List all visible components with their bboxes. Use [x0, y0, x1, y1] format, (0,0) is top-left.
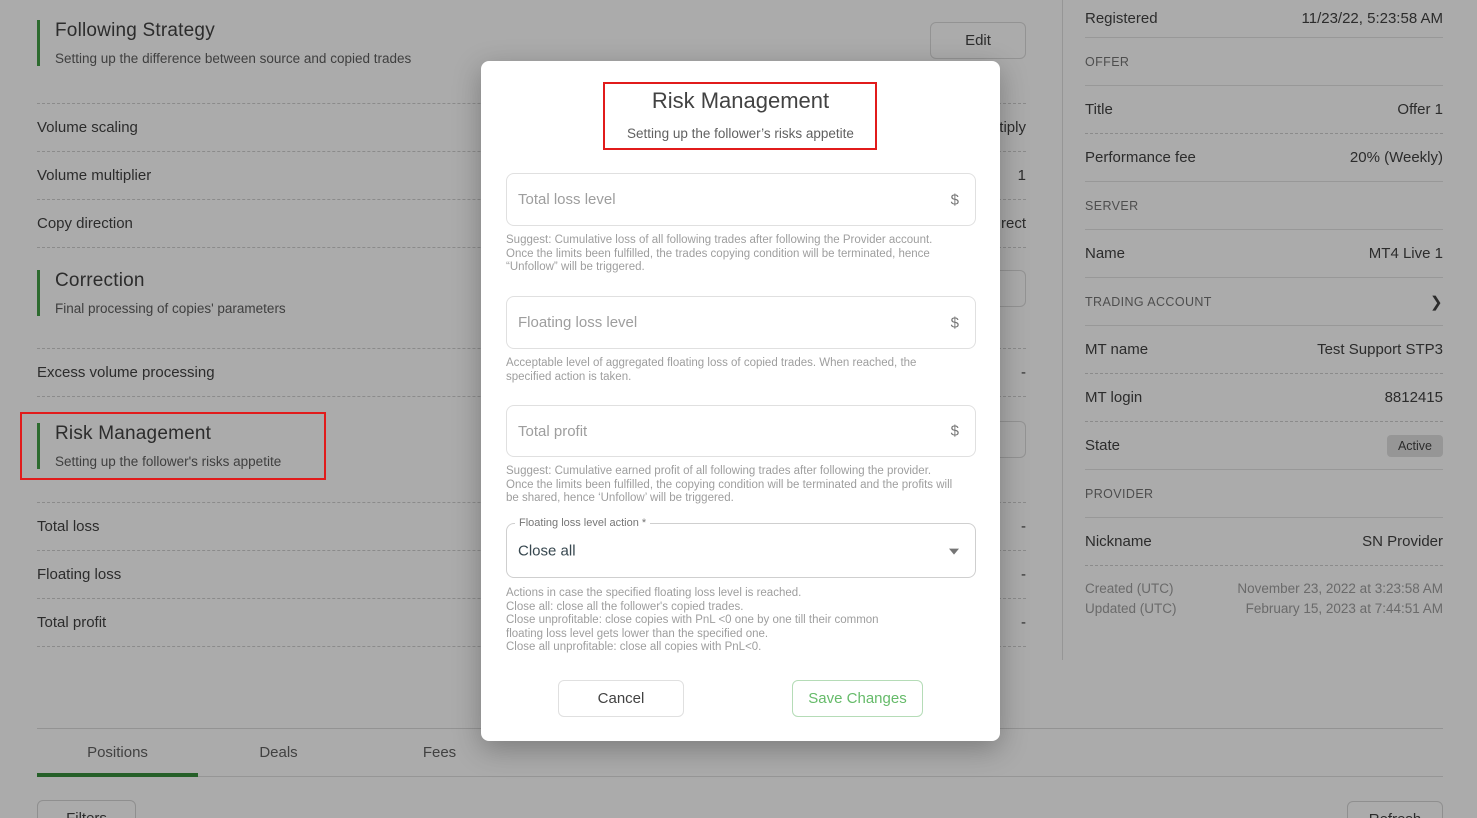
- modal-title: Risk Management: [506, 88, 975, 114]
- floating-loss-level-inputbox: $: [506, 296, 976, 349]
- select-label: Floating loss level action *: [515, 517, 650, 529]
- copy-trading-settings-page: Following Strategy Setting up the differ…: [0, 0, 1477, 818]
- help-line: Actions in case the specified floating l…: [506, 587, 976, 601]
- field-total-loss-level: $ Suggest: Cumulative loss of all follow…: [506, 173, 976, 275]
- field-floating-loss-level-action: Floating loss level action * Close all A…: [506, 523, 976, 655]
- modal-actions: Cancel Save Changes: [506, 680, 976, 717]
- total-profit-help: Suggest: Cumulative earned profit of all…: [506, 465, 958, 506]
- modal-subtitle: Setting up the follower’s risks appetite: [506, 126, 975, 141]
- total-profit-input[interactable]: [507, 406, 975, 456]
- floating-loss-level-action-select[interactable]: Floating loss level action * Close all: [506, 523, 976, 578]
- floating-loss-level-input[interactable]: [507, 297, 975, 348]
- floating-loss-action-help: Actions in case the specified floating l…: [506, 587, 976, 655]
- total-loss-level-help: Suggest: Cumulative loss of all followin…: [506, 234, 958, 275]
- cancel-button[interactable]: Cancel: [558, 680, 684, 717]
- field-total-profit: $ Suggest: Cumulative earned profit of a…: [506, 405, 976, 506]
- select-value: Close all: [518, 542, 576, 559]
- total-loss-level-input[interactable]: [507, 174, 975, 225]
- field-floating-loss-level: $ Acceptable level of aggregated floatin…: [506, 296, 976, 384]
- dollar-suffix: $: [951, 191, 959, 208]
- help-line: Close unprofitable: close copies with Pn…: [506, 614, 976, 628]
- dollar-suffix: $: [951, 314, 959, 331]
- chevron-down-icon: [949, 548, 959, 554]
- total-loss-level-inputbox: $: [506, 173, 976, 226]
- dollar-suffix: $: [951, 423, 959, 440]
- help-line: Close all unprofitable: close all copies…: [506, 641, 976, 655]
- help-line: Close all: close all the follower's copi…: [506, 601, 976, 615]
- save-changes-button[interactable]: Save Changes: [792, 680, 923, 717]
- help-line: floating loss level gets lower than the …: [506, 628, 976, 642]
- total-profit-inputbox: $: [506, 405, 976, 457]
- floating-loss-level-help: Acceptable level of aggregated floating …: [506, 357, 958, 384]
- risk-management-modal: Risk Management Setting up the follower’…: [481, 61, 1000, 741]
